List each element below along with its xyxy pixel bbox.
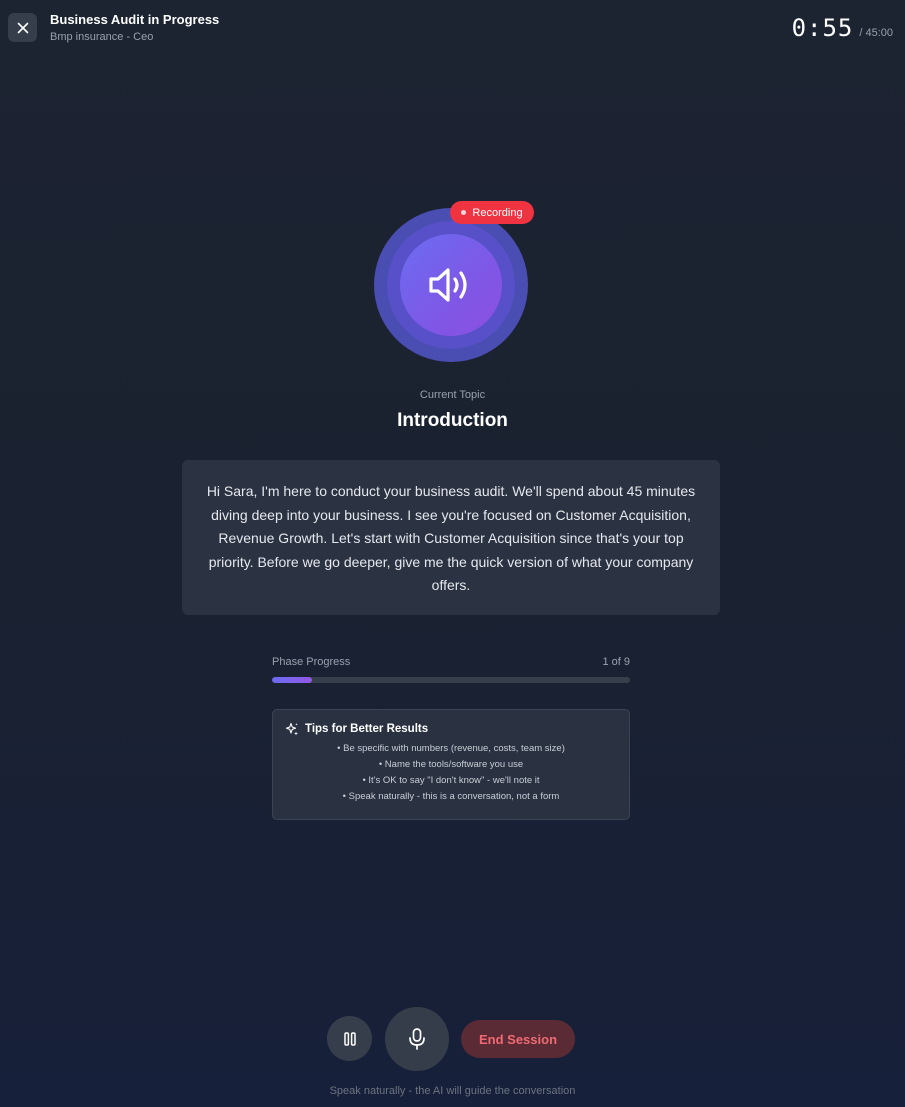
footer-hint: Speak naturally - the AI will guide the … [329, 1085, 576, 1097]
phase-progress-bar [272, 677, 630, 683]
ai-message: Hi Sara, I'm here to conduct your busine… [182, 460, 720, 615]
session-subtitle: Bmp insurance - Ceo [50, 31, 154, 43]
tip-item: • Be specific with numbers (revenue, cos… [337, 743, 565, 754]
current-topic-label: Current Topic [419, 389, 486, 401]
phase-progress-label: Phase Progress [272, 656, 351, 668]
tip-item: • Speak naturally - this is a conversati… [342, 791, 560, 802]
recording-dot-icon [461, 210, 467, 215]
recording-badge: Recording [450, 201, 534, 224]
pause-button[interactable] [327, 1016, 372, 1061]
close-icon [17, 22, 28, 33]
timer-elapsed: 0:55 [791, 14, 854, 42]
session-title: Business Audit in Progress [50, 12, 220, 27]
close-button[interactable] [8, 13, 37, 42]
microphone-button[interactable] [385, 1007, 449, 1071]
tips-title: Tips for Better Results [305, 723, 429, 735]
end-session-button[interactable]: End Session [461, 1020, 575, 1058]
tips-header: Tips for Better Results [285, 722, 617, 736]
tip-item: • Name the tools/software you use [378, 759, 524, 770]
voice-orb [374, 208, 528, 362]
session-timer: 0:55 / 45:00 [792, 14, 893, 42]
recording-label: Recording [472, 206, 523, 219]
tips-panel: Tips for Better Results • Be specific wi… [272, 709, 630, 820]
speaker-icon [429, 268, 467, 302]
timer-total: / 45:00 [859, 27, 893, 39]
pause-icon [343, 1031, 356, 1046]
phase-progress-fill [272, 677, 312, 683]
current-topic-title: Introduction [397, 410, 508, 431]
orb-core [400, 234, 502, 336]
microphone-icon [409, 1028, 425, 1050]
tip-item: • It's OK to say "I don't know" - we'll … [362, 775, 540, 786]
phase-progress-count: 1 of 9 [602, 656, 630, 668]
sparkle-icon [285, 722, 298, 736]
tips-list: • Be specific with numbers (revenue, cos… [285, 741, 617, 805]
